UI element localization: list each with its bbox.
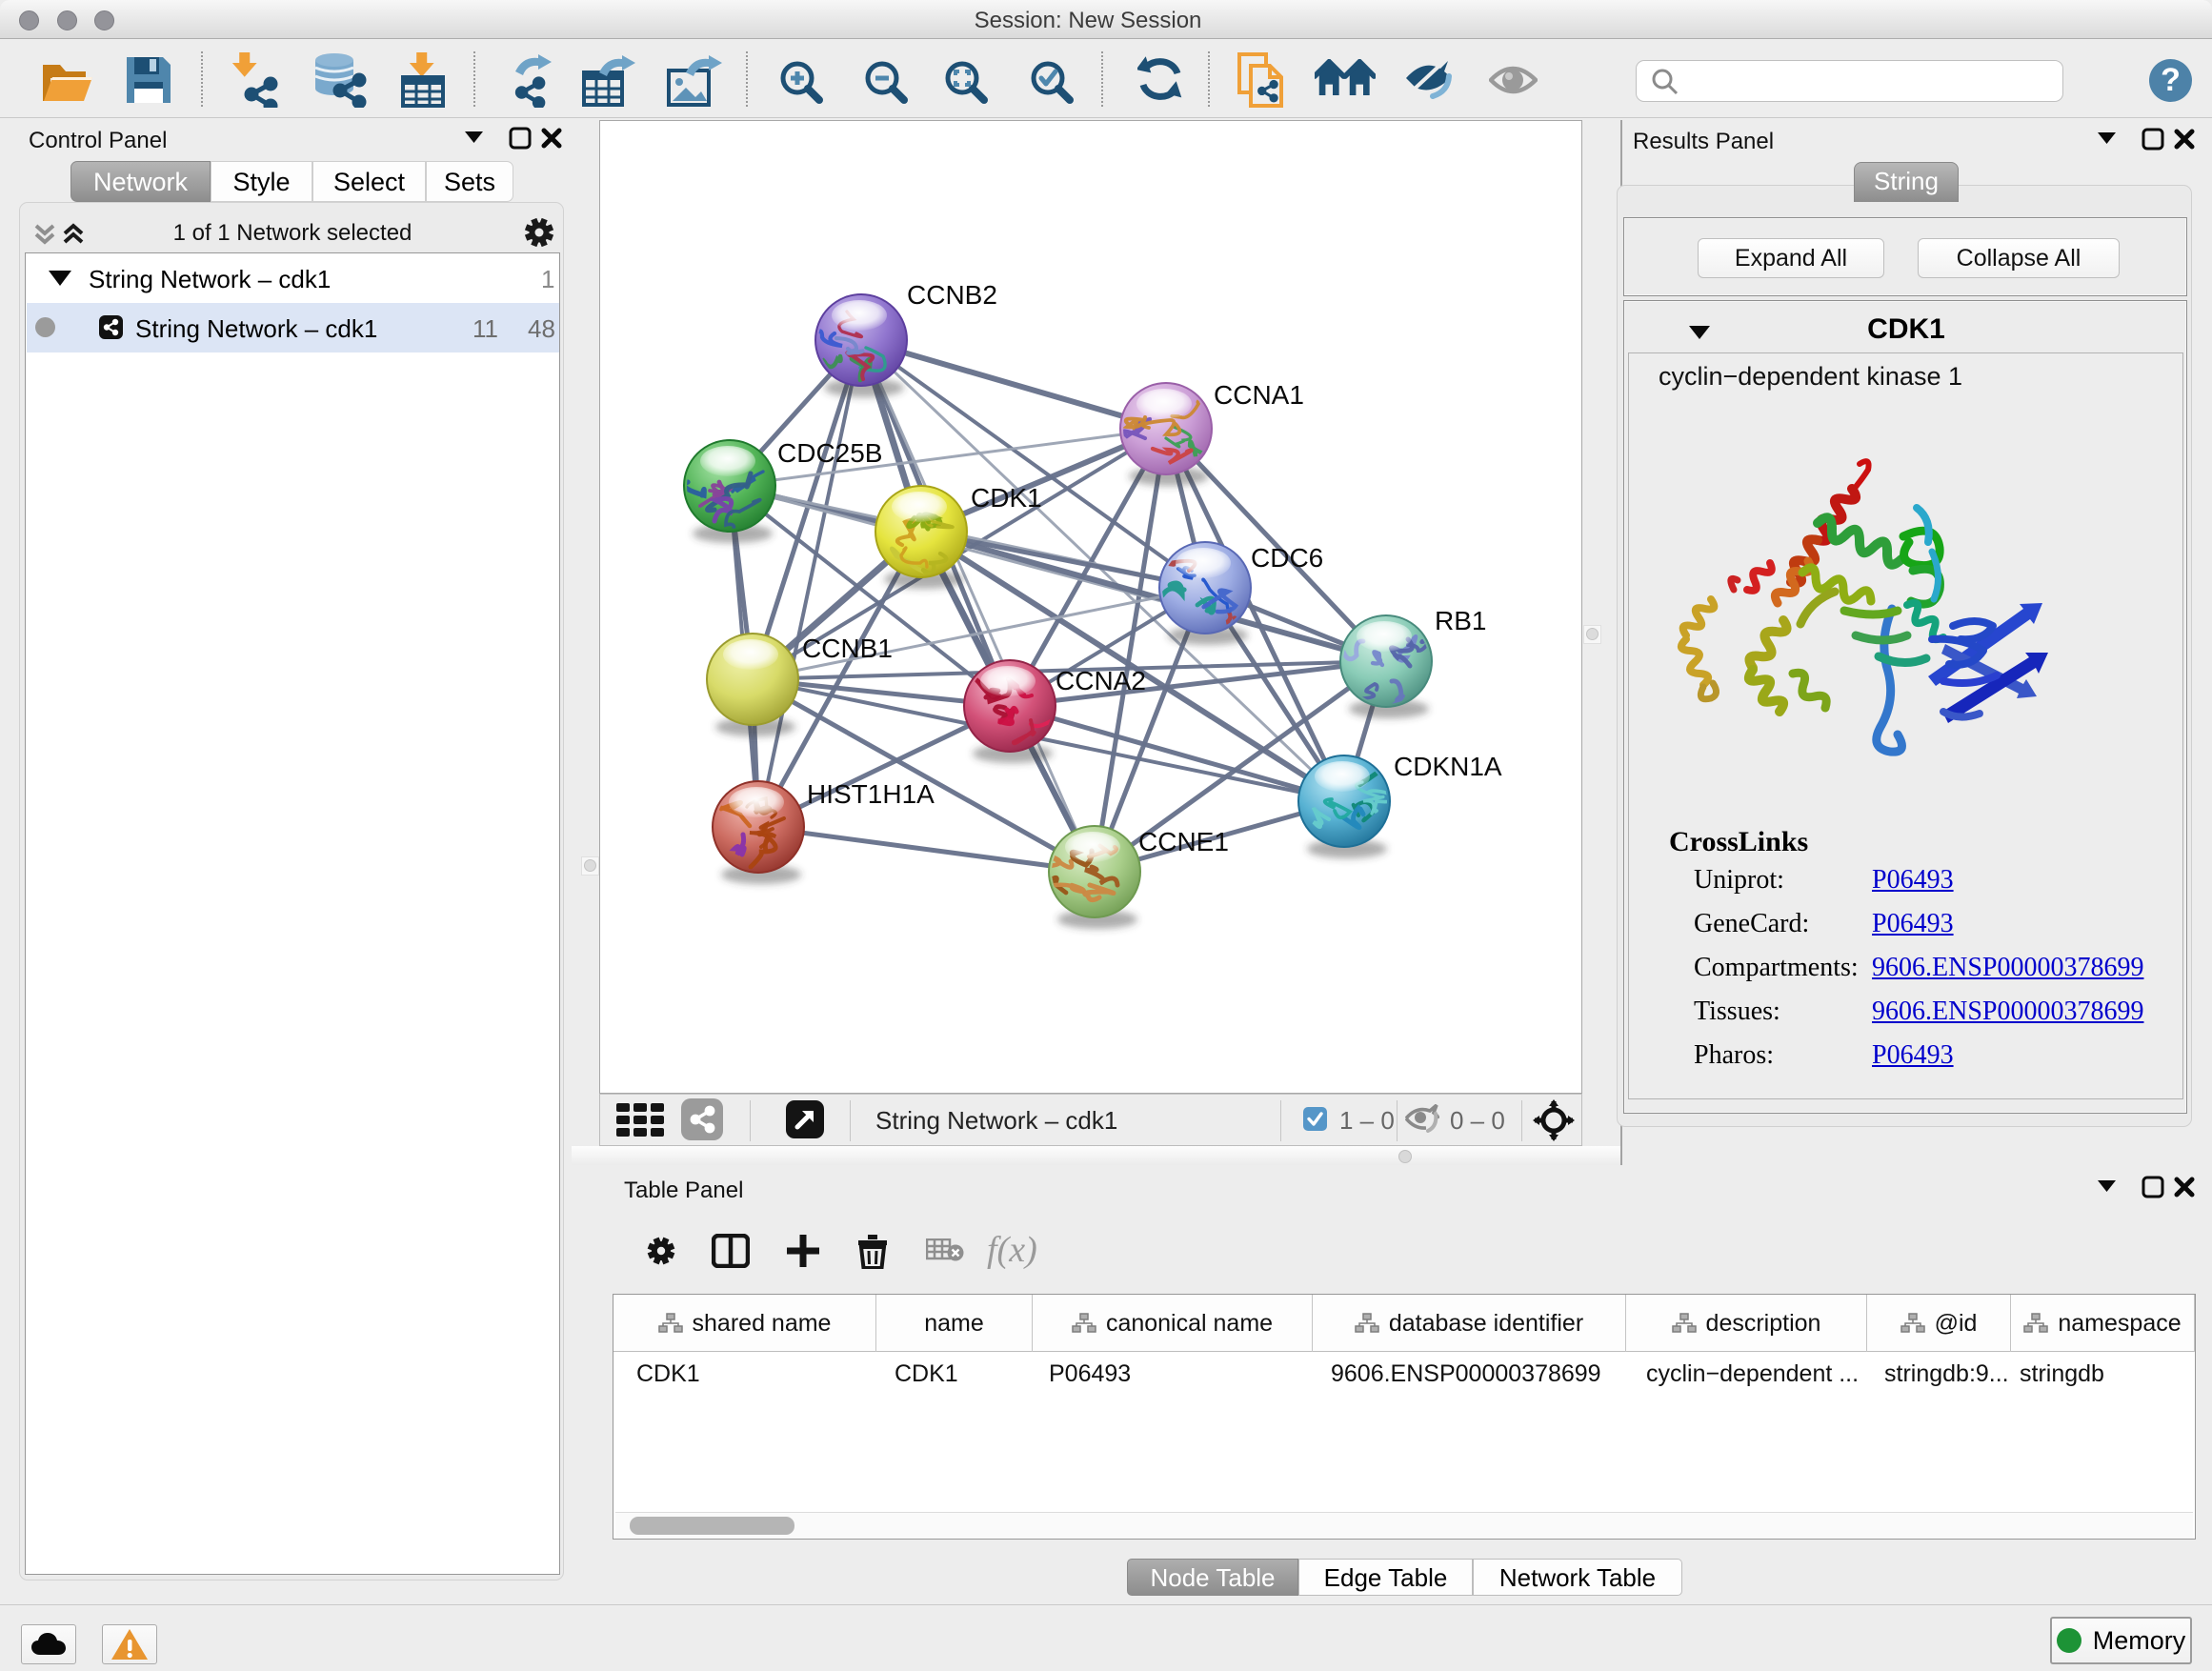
svg-text:CCNB1: CCNB1: [802, 634, 893, 663]
svg-text:CCNE1: CCNE1: [1138, 827, 1229, 856]
svg-text:HIST1H1A: HIST1H1A: [807, 779, 935, 809]
svg-text:CCNA1: CCNA1: [1214, 380, 1304, 410]
svg-text:RB1: RB1: [1435, 606, 1486, 635]
svg-text:CDC6: CDC6: [1251, 543, 1323, 573]
svg-text:CDK1: CDK1: [971, 483, 1042, 513]
svg-text:CDC25B: CDC25B: [777, 438, 882, 468]
svg-text:CCNB2: CCNB2: [907, 280, 997, 310]
svg-text:CDKN1A: CDKN1A: [1394, 752, 1502, 781]
svg-text:CCNA2: CCNA2: [1056, 666, 1146, 695]
